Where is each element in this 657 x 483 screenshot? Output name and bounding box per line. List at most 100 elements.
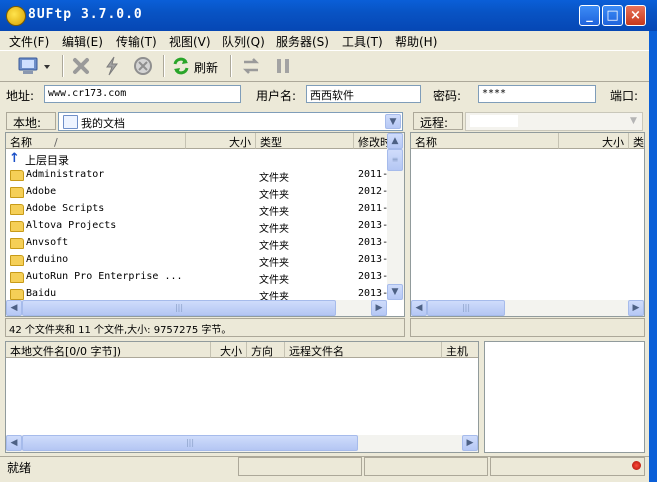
- connection-bar: 地址: www.cr173.com 用户名: 西西软件 密码: **** 端口:: [0, 81, 657, 107]
- remote-file-list: 名称 大小 类 ◀ ||| ▶: [410, 132, 645, 317]
- scroll-left-icon[interactable]: ◀: [6, 435, 22, 451]
- file-name: AutoRun Pro Enterprise ...: [26, 271, 183, 282]
- column-size[interactable]: 大小: [186, 133, 256, 149]
- password-input[interactable]: ****: [478, 85, 596, 103]
- address-label: 地址:: [6, 89, 35, 103]
- scroll-left-icon[interactable]: ◀: [411, 300, 427, 316]
- menu-file[interactable]: 文件(F): [9, 33, 49, 50]
- menu-queue[interactable]: 队列(Q): [222, 33, 265, 50]
- refresh-button[interactable]: 刷新: [172, 55, 224, 77]
- scroll-thumb[interactable]: |||: [22, 300, 336, 316]
- file-type: 文件夹: [259, 258, 289, 269]
- local-status: 42 个文件夹和 11 个文件,大小: 9757275 字节。: [5, 318, 405, 337]
- table-row[interactable]: Administrator 文件夹 2011-: [6, 167, 404, 184]
- table-row[interactable]: AutoRun Pro Enterprise ... 文件夹 2013-: [6, 269, 404, 286]
- file-type: 文件夹: [259, 241, 289, 252]
- scroll-down-icon[interactable]: ▼: [387, 284, 403, 300]
- status-pane: [238, 457, 362, 476]
- column-remote-file[interactable]: 远程文件名: [285, 342, 442, 358]
- app-icon: [6, 6, 26, 26]
- disconnect-button[interactable]: [70, 55, 92, 77]
- title-bar[interactable]: 8UFtp 3.7.0.0 _ □ ×: [0, 0, 657, 31]
- up-arrow-icon: ↑: [9, 151, 20, 166]
- table-row[interactable]: Adobe Scripts 文件夹 2011-: [6, 201, 404, 218]
- remote-label: 远程:: [413, 112, 463, 130]
- scroll-right-icon[interactable]: ▶: [628, 300, 644, 316]
- folder-icon: [10, 187, 24, 198]
- horizontal-scrollbar[interactable]: ◀ ||| ▶: [6, 435, 478, 452]
- scroll-thumb[interactable]: ≡: [387, 149, 403, 171]
- toolbar-separator: [62, 55, 64, 77]
- status-text: 就绪: [4, 457, 236, 476]
- close-button[interactable]: ×: [625, 5, 646, 26]
- folder-icon: [10, 221, 24, 232]
- parent-dir-row[interactable]: ↑ 上层目录: [6, 150, 404, 167]
- dropdown-arrow-icon[interactable]: ▼: [626, 114, 641, 129]
- username-input[interactable]: 西西软件: [306, 85, 421, 103]
- file-name: Baidu: [26, 288, 57, 299]
- lightning-icon: [106, 56, 118, 76]
- scroll-right-icon[interactable]: ▶: [462, 435, 478, 451]
- scroll-left-icon[interactable]: ◀: [6, 300, 22, 316]
- column-direction[interactable]: 方向: [247, 342, 285, 358]
- scroll-up-icon[interactable]: ▲: [387, 133, 403, 149]
- column-host[interactable]: 主机: [442, 342, 478, 358]
- table-row[interactable]: Anvsoft 文件夹 2013-: [6, 235, 404, 252]
- table-row[interactable]: Arduino 文件夹 2013-: [6, 252, 404, 269]
- menu-transfer[interactable]: 传输(T): [116, 33, 157, 50]
- maximize-button[interactable]: □: [602, 5, 623, 26]
- window-title: 8UFtp 3.7.0.0: [28, 7, 143, 22]
- site-manager-button[interactable]: [16, 55, 56, 77]
- menu-bar: 文件(F) 编辑(E) 传输(T) 视图(V) 队列(Q) 服务器(S) 工具(…: [0, 31, 657, 50]
- toolbar: 刷新: [0, 50, 657, 82]
- file-date: 2012-: [358, 186, 389, 197]
- menu-server[interactable]: 服务器(S): [276, 33, 329, 50]
- file-date: 2013-: [358, 220, 389, 231]
- menu-help[interactable]: 帮助(H): [395, 33, 437, 50]
- status-bar: 就绪: [0, 456, 657, 483]
- horizontal-scrollbar[interactable]: ◀ ||| ▶: [411, 300, 644, 316]
- address-input[interactable]: www.cr173.com: [44, 85, 241, 103]
- column-type[interactable]: 类: [629, 133, 644, 149]
- transfer-button[interactable]: [240, 55, 262, 77]
- file-date: 2013-: [358, 254, 389, 265]
- column-name[interactable]: 名称 /: [6, 133, 186, 149]
- column-local-file[interactable]: 本地文件名[0/0 字节]): [6, 342, 211, 358]
- file-name: Adobe: [26, 186, 57, 197]
- column-name[interactable]: 名称: [411, 133, 559, 149]
- window-border: [649, 31, 657, 482]
- horizontal-scrollbar[interactable]: ◀ ||| ▶: [6, 300, 387, 316]
- scroll-thumb[interactable]: |||: [427, 300, 505, 316]
- vertical-scrollbar[interactable]: ▲ ≡ ▼: [387, 133, 404, 300]
- remote-path-dropdown[interactable]: ▼: [465, 112, 643, 131]
- menu-tools[interactable]: 工具(T): [342, 33, 383, 50]
- minimize-icon: _: [586, 8, 593, 23]
- dropdown-arrow-icon[interactable]: ▼: [385, 114, 401, 129]
- status-pane: [364, 457, 488, 476]
- minimize-button[interactable]: _: [579, 5, 600, 26]
- menu-edit[interactable]: 编辑(E): [62, 33, 103, 50]
- pause-button[interactable]: [272, 55, 294, 77]
- quick-connect-button[interactable]: [101, 55, 123, 77]
- table-row[interactable]: Altova Projects 文件夹 2013-: [6, 218, 404, 235]
- stop-button[interactable]: [132, 55, 154, 77]
- scroll-thumb[interactable]: |||: [22, 435, 358, 451]
- scroll-right-icon[interactable]: ▶: [371, 300, 387, 316]
- table-row[interactable]: Adobe 文件夹 2012-: [6, 184, 404, 201]
- folder-icon: [10, 272, 24, 283]
- computer-icon: [18, 57, 50, 74]
- column-size[interactable]: 大小: [211, 342, 247, 358]
- menu-view[interactable]: 视图(V): [169, 33, 211, 50]
- column-type[interactable]: 类型: [256, 133, 354, 149]
- password-label: 密码:: [433, 89, 462, 103]
- stop-icon: [134, 57, 152, 75]
- file-type: 文件夹: [259, 275, 289, 286]
- file-name: Altova Projects: [26, 220, 117, 231]
- file-type: 文件夹: [259, 224, 289, 235]
- local-path-dropdown[interactable]: 我的文档 ▼: [58, 112, 403, 131]
- file-date: 2013-: [358, 288, 389, 299]
- column-modified[interactable]: 修改时: [354, 133, 390, 149]
- column-size[interactable]: 大小: [559, 133, 629, 149]
- file-name: Arduino: [26, 254, 69, 265]
- file-name: Adobe Scripts: [26, 203, 105, 214]
